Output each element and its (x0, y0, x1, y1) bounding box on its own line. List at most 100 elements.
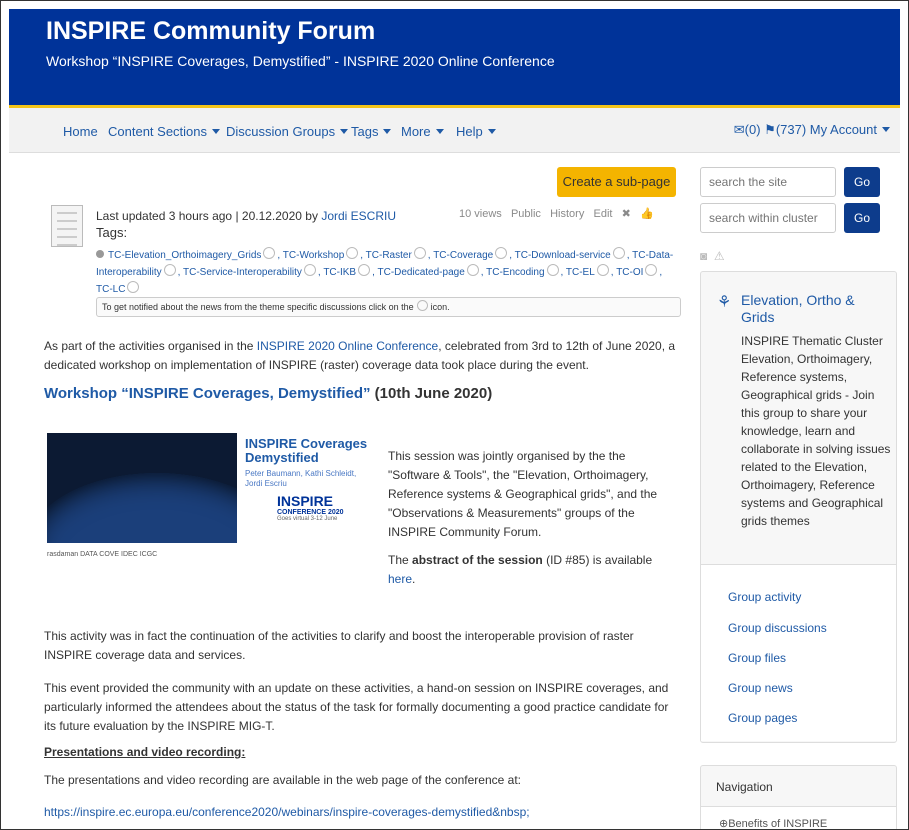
main-nav: Home Content Sections Discussion Groups … (9, 108, 900, 153)
subscribe-icon[interactable] (263, 247, 276, 259)
notifications-count: (737) (775, 122, 807, 137)
notifications-link[interactable]: ⚑(737) (764, 122, 806, 137)
chevron-down-icon (882, 127, 890, 132)
chevron-down-icon (383, 129, 392, 134)
rss-icon[interactable]: ◙ (700, 249, 707, 263)
last-updated: Last updated 3 hours ago | 20.12.2020 by… (96, 209, 396, 223)
account-label: My Account (809, 122, 877, 137)
nav-tags[interactable]: Tags (351, 124, 392, 139)
tag-link[interactable]: TC-Download-service (515, 250, 611, 261)
tag-link[interactable]: TC-OI (616, 267, 643, 278)
site-title[interactable]: INSPIRE Community Forum (46, 17, 375, 46)
nav-discussion-groups[interactable]: Discussion Groups (226, 124, 349, 139)
conference-link[interactable]: INSPIRE 2020 Online Conference (257, 339, 438, 353)
account-area: ✉(0) ⚑(737) My Account (734, 122, 890, 138)
section-heading: Workshop “INSPIRE Coverages, Demystified… (44, 385, 492, 402)
subscribe-icon[interactable] (495, 247, 508, 259)
subscribe-icon[interactable] (546, 264, 559, 276)
search-cluster-go-button[interactable]: Go (844, 203, 880, 233)
abstract-link[interactable]: here (388, 572, 412, 586)
subscribe-icon[interactable] (358, 264, 371, 276)
nav-tags-label: Tags (351, 124, 379, 139)
envelope-icon: ✉ (733, 122, 745, 137)
tag-link[interactable]: TC-Service-Interoperability (183, 267, 302, 278)
navigation-item[interactable]: ⊕Benefits of INSPIRE (719, 817, 827, 829)
search-cluster-input[interactable] (700, 203, 836, 233)
subscribe-icon[interactable] (413, 247, 426, 259)
notify-hint: To get notified about the news from the … (96, 297, 681, 317)
workshop-thumbnail[interactable]: INSPIRE Coverages Demystified Peter Bauma… (47, 433, 374, 593)
group-title[interactable]: Elevation, Ortho & Grids (741, 292, 891, 326)
tag-link[interactable]: TC-Encoding (486, 267, 544, 278)
intro-paragraph: As part of the activities organised in t… (44, 337, 676, 375)
tag-link[interactable]: TC-Workshop (283, 250, 345, 261)
nav-help[interactable]: Help (456, 124, 496, 139)
edit-link[interactable]: Edit (594, 208, 613, 220)
page-subtitle: Workshop “INSPIRE Coverages, Demystified… (46, 53, 555, 69)
subscribe-icon (416, 300, 428, 311)
group-pages-link[interactable]: Group pages (728, 711, 797, 725)
page-frame: INSPIRE Community Forum Workshop “INSPIR… (0, 0, 909, 830)
like-icon[interactable]: 👍 (640, 208, 654, 220)
presentations-heading: Presentations and video recording: (44, 745, 245, 759)
abstract-text-2: (ID #85) is available (546, 553, 653, 567)
nav-discussion-groups-label: Discussion Groups (226, 124, 336, 139)
subscribe-icon[interactable] (645, 264, 658, 276)
tag-link[interactable]: TC-Elevation_Orthoimagery_Grids (108, 250, 261, 261)
intro-text: As part of the activities organised in t… (44, 339, 254, 353)
group-files-link[interactable]: Group files (728, 651, 786, 665)
tag-link[interactable]: TC-Dedicated-page (377, 267, 464, 278)
nav-more[interactable]: More (401, 124, 444, 139)
subscribe-icon[interactable] (612, 247, 625, 259)
subscribe-icon[interactable] (466, 264, 479, 276)
author-link[interactable]: Jordi ESCRIU (321, 209, 396, 223)
tag-list: TC-Elevation_Orthoimagery_Grids, TC-Work… (96, 247, 676, 298)
chevron-down-icon (487, 129, 496, 134)
presentations-paragraph: The presentations and video recording ar… (44, 773, 521, 787)
tag-link[interactable]: TC-Raster (366, 250, 412, 261)
page-meta-actions: 10 views Public History Edit ✖ 👍 (459, 207, 654, 220)
chevron-down-icon (212, 129, 221, 134)
navigation-title: Navigation (716, 780, 773, 794)
group-news-link[interactable]: Group news (728, 681, 793, 695)
tag-link[interactable]: TC-IKB (323, 267, 356, 278)
group-discussions-link[interactable]: Group discussions (728, 621, 827, 635)
chevron-down-icon (435, 129, 444, 134)
last-updated-text: Last updated 3 hours ago | 20.12.2020 by (96, 209, 318, 223)
navigation-body: ⊕Benefits of INSPIRE (701, 806, 896, 829)
group-activity-link[interactable]: Group activity (728, 590, 801, 604)
delete-icon[interactable]: ✖ (622, 208, 631, 220)
nav-home[interactable]: Home (63, 124, 98, 139)
warning-icon[interactable]: ⚠ (714, 249, 725, 263)
inspire-logo-text: INSPIRE (277, 493, 334, 509)
create-subpage-button[interactable]: Create a sub-page (557, 167, 676, 197)
search-site-input[interactable] (700, 167, 836, 197)
tag-link[interactable]: TC-EL (566, 267, 595, 278)
subscribe-icon[interactable] (127, 281, 140, 293)
tag-icon (96, 250, 104, 258)
nav-home-label: Home (63, 124, 98, 139)
tag-link[interactable]: TC-Coverage (433, 250, 493, 261)
views-count: 10 views (459, 208, 502, 220)
document-icon (51, 205, 83, 247)
visibility-label: Public (510, 208, 541, 220)
abstract-bold: abstract of the session (412, 553, 543, 567)
thumbnail-title-line-1: INSPIRE Coverages (245, 436, 368, 451)
search-site-go-button[interactable]: Go (844, 167, 880, 197)
nav-help-label: Help (456, 124, 483, 139)
expand-icon[interactable]: ⊕ (719, 818, 728, 829)
presentations-heading-colon: : (241, 745, 246, 759)
subscribe-icon[interactable] (346, 247, 359, 259)
workshop-link[interactable]: Workshop “INSPIRE Coverages, Demystified… (44, 385, 370, 402)
messages-link[interactable]: ✉(0) (734, 122, 761, 137)
tag-link[interactable]: TC-LC (96, 284, 125, 295)
subscribe-icon[interactable] (303, 264, 316, 276)
account-menu[interactable]: My Account (810, 122, 890, 137)
event-paragraph: This event provided the community with a… (44, 681, 669, 733)
notify-text-end: icon. (430, 302, 450, 312)
history-link[interactable]: History (550, 208, 584, 220)
nav-content-sections[interactable]: Content Sections (108, 124, 221, 139)
subscribe-icon[interactable] (596, 264, 609, 276)
subscribe-icon[interactable] (163, 264, 176, 276)
presentations-link[interactable]: https://inspire.ec.europa.eu/conference2… (44, 805, 530, 819)
